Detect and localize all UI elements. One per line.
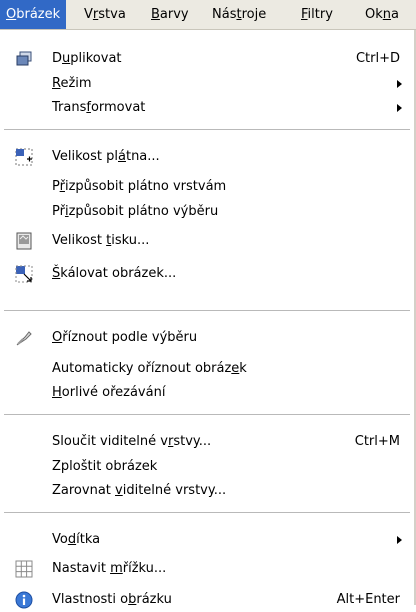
grid-icon [15, 560, 33, 578]
submenu-arrow-icon [397, 104, 402, 112]
flatten-label: Zploštit obrázek [52, 459, 158, 474]
menu-colors-label-post: arvy [159, 7, 189, 22]
menu-colors[interactable]: Barvy [145, 0, 195, 29]
menu-item-merge-visible[interactable]: Sloučit viditelné vrstvy... Ctrl+M [0, 430, 414, 454]
menu-item-image-properties[interactable]: Vlastnosti obrázku Alt+Enter [0, 588, 414, 612]
merge-visible-shortcut: Ctrl+M [354, 434, 400, 449]
duplicate-shortcut: Ctrl+D [355, 51, 400, 66]
canvas-size-label: Velikost plátna... [52, 149, 160, 164]
menu-item-configure-grid[interactable]: Nastavit mřížku... [0, 557, 414, 581]
menu-layer[interactable]: Vrstva [78, 0, 132, 29]
crop-to-selection-label: Oříznout podle výběru [52, 330, 198, 345]
menu-item-scale-image[interactable]: Škálovat obrázek... [0, 262, 414, 286]
menu-item-canvas-size[interactable]: Velikost plátna... [0, 145, 414, 169]
menu-item-mode[interactable]: Režim [0, 72, 414, 96]
mode-label: Režim [52, 76, 92, 91]
configure-grid-label: Nastavit mřížku... [52, 561, 167, 576]
fit-canvas-selection-label: Přizpůsobit plátno výběru [52, 204, 219, 219]
menu-item-crop-to-selection[interactable]: Oříznout podle výběru [0, 326, 414, 350]
guides-label: Vodítka [52, 532, 101, 547]
zealous-crop-label: Horlivé ořezávání [52, 385, 166, 400]
separator [4, 129, 410, 130]
menu-windows-accel: n [382, 7, 392, 22]
scale-image-label: Škálovat obrázek... [52, 266, 177, 281]
menu-item-guides[interactable]: Vodítka [0, 528, 414, 552]
menu-item-flatten[interactable]: Zploštit obrázek [0, 455, 414, 479]
fit-canvas-layers-label: Přizpůsobit plátno vrstvám [52, 179, 227, 194]
print-size-label: Velikost tisku... [52, 233, 150, 248]
align-layers-label: Zarovnat viditelné vrstvy... [52, 483, 227, 498]
separator [4, 310, 410, 311]
menu-item-autocrop[interactable]: Automaticky oříznout obrázek [0, 357, 414, 381]
separator [4, 512, 410, 513]
menubar: Obrázek Vrstva Barvy Nástroje Filtry Okn… [0, 0, 416, 30]
canvas-size-icon [15, 148, 33, 166]
menu-tools[interactable]: Nástroje [206, 0, 272, 29]
merge-visible-label: Sloučit viditelné vrstvy... [52, 434, 212, 449]
submenu-arrow-icon [397, 80, 402, 88]
menu-image-label-post: brázek [16, 7, 61, 22]
menu-layer-label-pre: V [84, 7, 93, 22]
autocrop-label: Automaticky oříznout obrázek [52, 361, 247, 376]
menu-item-fit-canvas-selection[interactable]: Přizpůsobit plátno výběru [0, 200, 414, 224]
duplicate-label: Duplikovat [52, 51, 122, 66]
menu-item-zealous-crop[interactable]: Horlivé ořezávání [0, 381, 414, 405]
menu-item-print-size[interactable]: Velikost tisku... [0, 229, 414, 253]
submenu-arrow-icon [397, 536, 402, 544]
print-size-icon [16, 232, 32, 250]
menu-item-fit-canvas-layers[interactable]: Přizpůsobit plátno vrstvám [0, 175, 414, 199]
menu-layer-label-post: stva [98, 7, 126, 22]
menu-item-align-layers[interactable]: Zarovnat viditelné vrstvy... [0, 479, 414, 503]
crop-icon [16, 331, 32, 346]
image-properties-shortcut: Alt+Enter [336, 592, 400, 607]
menu-filters[interactable]: Filtry [295, 0, 339, 29]
menu-windows-label-pre: Ok [365, 7, 383, 22]
menu-tools-label-pre: Nás [212, 7, 237, 22]
menu-item-transform[interactable]: Transformovat [0, 96, 414, 120]
transform-label: Transformovat [52, 100, 146, 115]
menu-image-accel: O [6, 7, 17, 22]
menu-filters-label-post: iltry [307, 7, 333, 22]
separator [4, 414, 410, 415]
duplicate-icon [16, 51, 32, 66]
image-menu-dropdown: Duplikovat Ctrl+D Režim Transformovat Ve… [0, 30, 416, 609]
scale-image-icon [15, 265, 33, 283]
menu-windows[interactable]: Okna [359, 0, 405, 29]
menu-colors-accel: B [151, 7, 160, 22]
menu-windows-label-post: a [391, 7, 399, 22]
info-icon [15, 591, 33, 609]
image-properties-label: Vlastnosti obrázku [52, 592, 172, 607]
menu-item-duplicate[interactable]: Duplikovat Ctrl+D [0, 47, 414, 71]
menu-tools-label-post: roje [241, 7, 267, 22]
menu-image[interactable]: Obrázek [0, 0, 67, 29]
